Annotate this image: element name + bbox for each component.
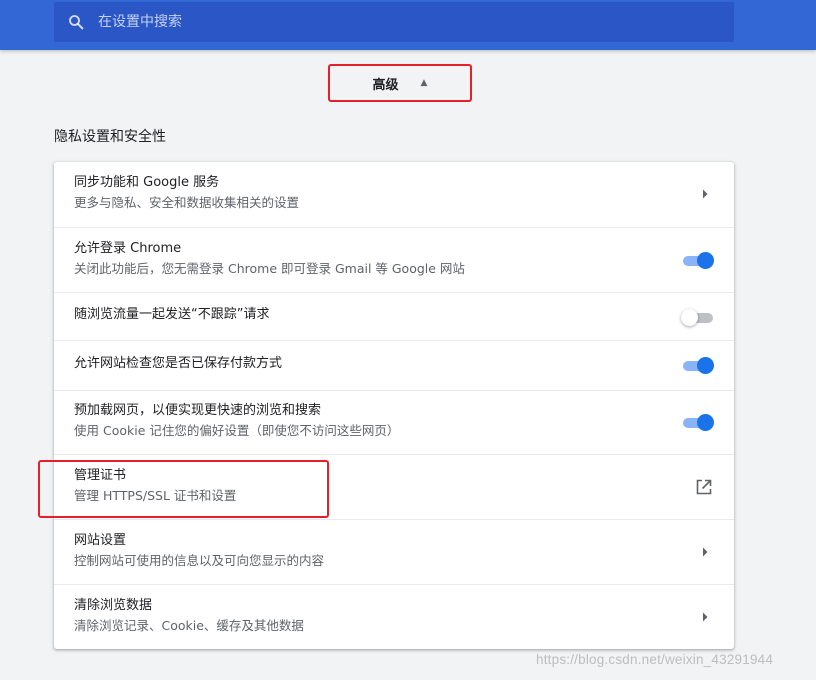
watermark-text: https://blog.csdn.net/weixin_43291944: [536, 652, 774, 667]
row-title: 随浏览流量一起发送“不跟踪”请求: [74, 307, 270, 322]
search-icon: [69, 15, 84, 30]
chevron-right-icon: [703, 189, 708, 199]
toggle-switch[interactable]: [683, 355, 715, 375]
search-input[interactable]: [98, 2, 718, 42]
chevron-right-icon: [703, 547, 708, 557]
row-manage-certificates[interactable]: 管理证书 管理 HTTPS/SSL 证书和设置: [54, 454, 734, 519]
toggle-switch[interactable]: [681, 307, 715, 327]
row-clear-browsing-data[interactable]: 清除浏览数据 清除浏览记录、Cookie、缓存及其他数据: [54, 584, 734, 649]
row-subtitle: 更多与隐私、安全和数据收集相关的设置: [74, 195, 300, 210]
row-title: 网站设置: [74, 533, 127, 548]
advanced-toggle-button[interactable]: 高级 ▲: [328, 64, 472, 102]
row-title: 清除浏览数据: [74, 598, 153, 613]
row-subtitle: 使用 Cookie 记住您的偏好设置（即使您不访问这些网页）: [74, 423, 400, 438]
settings-header: [0, 0, 816, 50]
chevron-right-icon: [703, 612, 708, 622]
row-do-not-track[interactable]: 随浏览流量一起发送“不跟踪”请求: [54, 292, 734, 340]
row-title: 预加载网页，以便实现更快速的浏览和搜索: [74, 403, 322, 418]
row-title: 允许网站检查您是否已保存付款方式: [74, 356, 283, 371]
row-title: 管理证书: [74, 468, 127, 483]
caret-up-icon: ▲: [420, 78, 428, 88]
row-subtitle: 控制网站可使用的信息以及可向您显示的内容: [74, 553, 325, 568]
row-title: 同步功能和 Google 服务: [74, 175, 220, 190]
row-sync-google-services[interactable]: 同步功能和 Google 服务 更多与隐私、安全和数据收集相关的设置: [54, 162, 734, 227]
toggle-switch[interactable]: [683, 412, 715, 432]
section-title: 隐私设置和安全性: [54, 129, 166, 145]
advanced-label: 高级: [372, 77, 399, 93]
search-box[interactable]: [54, 2, 734, 42]
row-subtitle: 管理 HTTPS/SSL 证书和设置: [74, 488, 237, 503]
row-site-settings[interactable]: 网站设置 控制网站可使用的信息以及可向您显示的内容: [54, 519, 734, 584]
row-preload-pages[interactable]: 预加载网页，以便实现更快速的浏览和搜索 使用 Cookie 记住您的偏好设置（即…: [54, 390, 734, 454]
row-allow-chrome-signin[interactable]: 允许登录 Chrome 关闭此功能后，您无需登录 Chrome 即可登录 Gma…: [54, 227, 734, 292]
row-subtitle: 清除浏览记录、Cookie、缓存及其他数据: [74, 618, 304, 633]
row-subtitle: 关闭此功能后，您无需登录 Chrome 即可登录 Gmail 等 Google …: [74, 261, 465, 276]
row-payment-methods-check[interactable]: 允许网站检查您是否已保存付款方式: [54, 340, 734, 390]
toggle-switch[interactable]: [683, 250, 715, 270]
row-title: 允许登录 Chrome: [74, 241, 182, 256]
privacy-settings-card: 同步功能和 Google 服务 更多与隐私、安全和数据收集相关的设置 允许登录 …: [54, 162, 734, 649]
external-link-icon[interactable]: [695, 478, 713, 496]
